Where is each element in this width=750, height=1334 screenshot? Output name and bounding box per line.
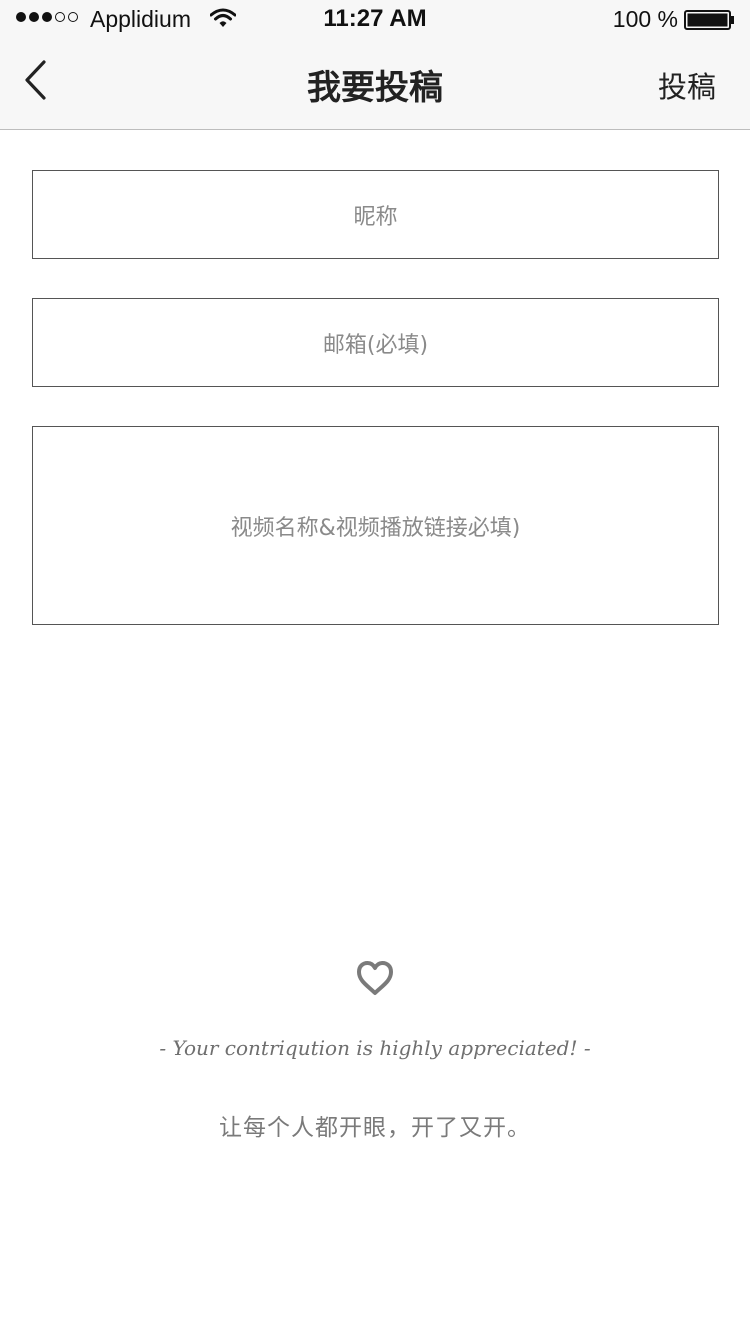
- nickname-placeholder: 昵称: [353, 204, 398, 230]
- navigation-bar: 我要投稿 投稿: [0, 38, 750, 128]
- video-info-field[interactable]: 视频名称&视频播放链接必填): [32, 426, 719, 625]
- video-info-placeholder: 视频名称&视频播放链接必填): [230, 515, 521, 541]
- submit-button[interactable]: 投稿: [658, 64, 716, 106]
- page-title: 我要投稿: [307, 68, 443, 108]
- battery-icon: [684, 10, 734, 30]
- slogan-text: 让每个人都开眼，开了又开。: [219, 1115, 531, 1141]
- top-area: Applidium 11:27 AM 100 % 我要投稿 投稿: [0, 0, 750, 130]
- status-bar: Applidium 11:27 AM 100 %: [0, 0, 750, 38]
- battery-percentage: 100 %: [612, 6, 678, 32]
- heart-icon: [357, 961, 393, 995]
- email-placeholder: 邮箱(必填): [322, 332, 429, 358]
- nickname-field[interactable]: 昵称: [32, 170, 719, 259]
- appreciation-text: - Your contriqution is highly appreciate…: [159, 1036, 591, 1060]
- email-field[interactable]: 邮箱(必填): [32, 298, 719, 387]
